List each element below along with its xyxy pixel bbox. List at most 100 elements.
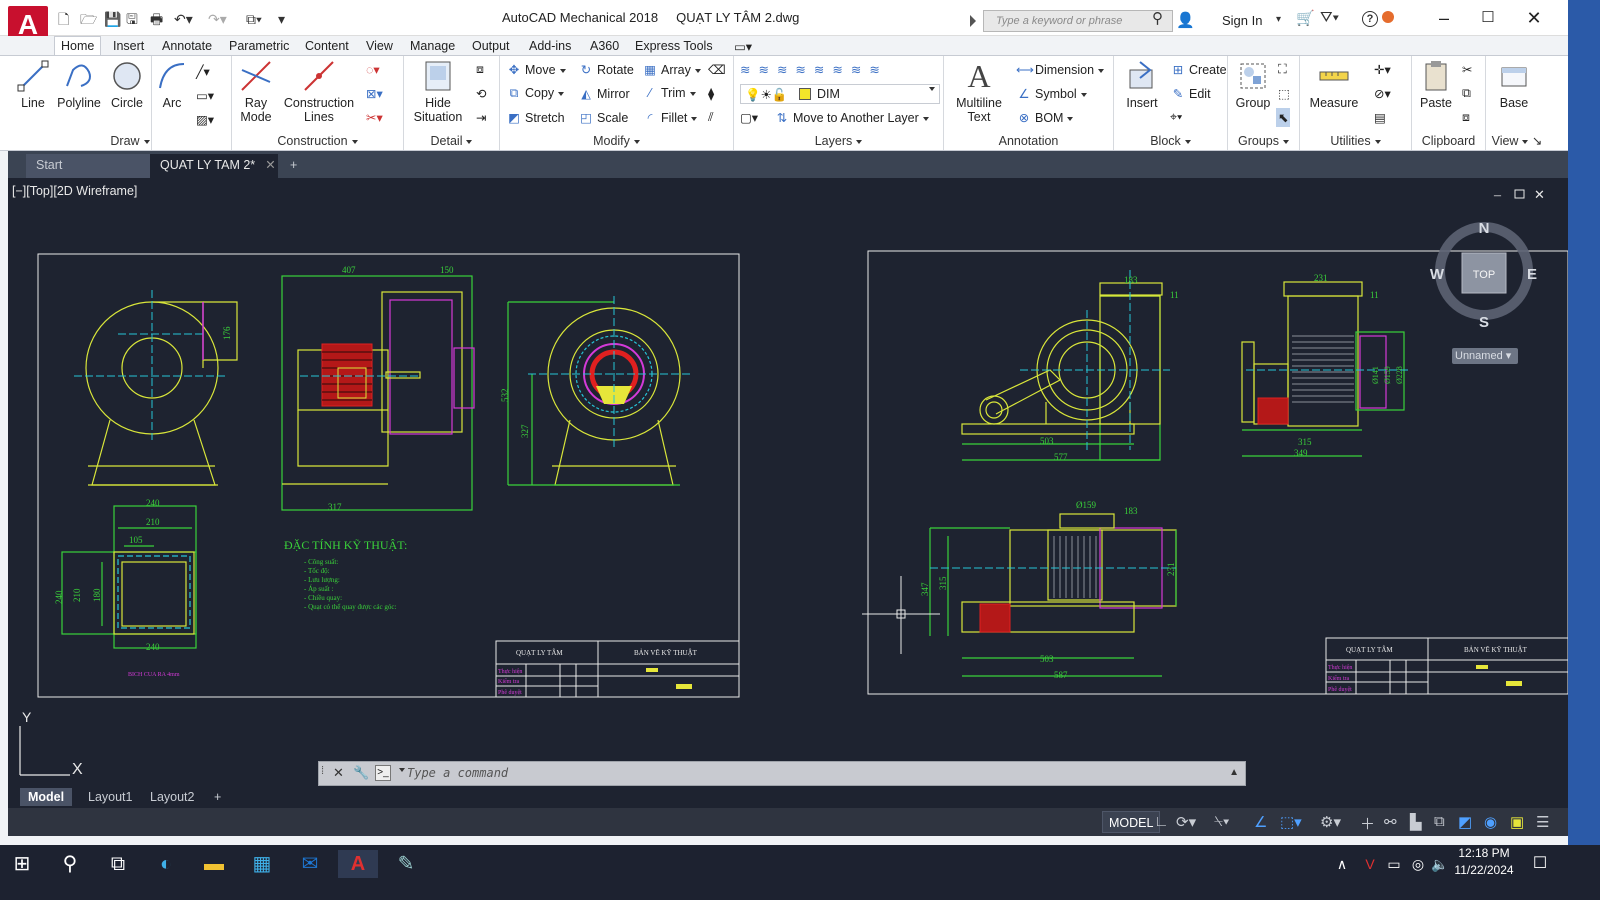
detail-tool-2-icon[interactable]: ⟲	[476, 86, 486, 101]
hide-situation-button[interactable]: Hide Situation	[410, 60, 466, 124]
cart-icon[interactable]: 🛒	[1296, 9, 1315, 27]
save-icon[interactable]: 💾	[104, 10, 121, 28]
block-panel-label[interactable]: Block	[1114, 134, 1227, 148]
taskbar-clock[interactable]: 12:18 PM 11/22/2024	[1448, 845, 1520, 879]
view-panel-label[interactable]: View ↘	[1486, 133, 1548, 148]
symbol-button[interactable]: ∠ Symbol	[1016, 86, 1087, 101]
command-prompt-icon[interactable]: >_	[375, 765, 391, 781]
new-icon[interactable]: 🗋	[58, 10, 69, 28]
command-close-icon[interactable]: ✕	[333, 765, 344, 781]
tab-start[interactable]: Start	[26, 154, 150, 178]
hardware-accel-icon[interactable]: ◩	[1458, 813, 1472, 831]
outlook-icon[interactable]: ✉	[290, 850, 330, 878]
exchange-icon[interactable]: ⛛▾	[1320, 9, 1339, 26]
paste-button[interactable]: Paste	[1416, 60, 1456, 110]
file-explorer-icon[interactable]: ▬	[194, 850, 234, 878]
notification-icon[interactable]	[1382, 11, 1394, 23]
detail-panel-label[interactable]: Detail	[404, 134, 499, 148]
customize-qat-icon[interactable]: ▾	[278, 10, 285, 28]
grid-icon[interactable]: ∟	[1154, 813, 1169, 830]
grip-icon[interactable]: ⁞	[321, 765, 324, 777]
maximize-button[interactable]: ☐	[1466, 5, 1510, 31]
trim-button[interactable]: ⁄ Trim	[642, 86, 696, 100]
workspace-icon[interactable]: ▙	[1410, 813, 1422, 831]
ungroup-icon[interactable]: ⛶	[1278, 62, 1287, 77]
erase-icon[interactable]: ⌫	[708, 62, 726, 77]
hatch-icon[interactable]: ▨▾	[196, 112, 214, 127]
detail-tool-3-icon[interactable]: ⇥	[476, 110, 486, 125]
viewcube[interactable]: TOP N S E W	[1428, 215, 1540, 327]
scale-button[interactable]: ◰ Scale	[578, 110, 628, 125]
ortho-icon[interactable]: ⍀▾	[1214, 813, 1229, 830]
tab-express-tools[interactable]: Express Tools	[629, 37, 719, 55]
block-attribute-icon[interactable]: ⌖▾	[1170, 110, 1182, 125]
point-style-icon[interactable]: ✛▾	[1374, 62, 1391, 77]
stretch-button[interactable]: ◩ Stretch	[506, 110, 565, 125]
customization-icon[interactable]: ▣	[1510, 813, 1524, 831]
isolate-icon[interactable]: ⧉	[1434, 813, 1445, 830]
open-icon[interactable]: 🗁	[80, 10, 97, 28]
network-icon[interactable]: ◎	[1406, 850, 1430, 878]
ucs-dropdown[interactable]: Unnamed ▾	[1452, 348, 1518, 364]
tab-layout2[interactable]: Layout2	[142, 788, 202, 806]
copy-clip-icon[interactable]: ⧉	[1462, 86, 1471, 101]
layer-tools-icon[interactable]: ≋≋≋≋≋≋≋≋	[740, 62, 888, 77]
osnap-icon[interactable]: ⬚▾	[1280, 813, 1302, 831]
tab-manage[interactable]: Manage	[404, 37, 461, 55]
line-button[interactable]: Line	[12, 60, 54, 110]
tab-parametric[interactable]: Parametric	[223, 37, 295, 55]
dimension-button[interactable]: ⟷Dimension	[1016, 62, 1105, 77]
layer-state-icon[interactable]: ▢▾	[740, 110, 758, 125]
polyline-button[interactable]: Polyline	[56, 60, 102, 110]
paint-icon[interactable]: ✎	[386, 850, 426, 878]
command-line[interactable]: ⁞ ✕ 🔧 >_ Type a command ▲	[318, 761, 1246, 786]
store-icon[interactable]: ▦	[242, 850, 282, 878]
tab-a360[interactable]: A360	[584, 37, 625, 55]
tab-output[interactable]: Output	[466, 37, 516, 55]
search-icon[interactable]: ⚲	[50, 850, 90, 878]
notifications-icon[interactable]: ☐	[1520, 850, 1560, 878]
sign-in-button[interactable]: Sign In	[1222, 13, 1262, 28]
construction-lines-button[interactable]: Construction Lines	[282, 60, 356, 124]
tab-annotate[interactable]: Annotate	[156, 37, 218, 55]
bom-button[interactable]: ⊗ BOM	[1016, 110, 1074, 125]
rotate-button[interactable]: ↻ Rotate	[578, 62, 634, 77]
plus-icon[interactable]: ＋	[1360, 813, 1375, 834]
share-icon[interactable]: ⧉▾	[246, 10, 262, 28]
groups-panel-label[interactable]: Groups	[1228, 134, 1299, 148]
offset-icon[interactable]: ⫽	[708, 110, 714, 125]
edge-icon[interactable]: ◐	[146, 850, 186, 878]
tab-view[interactable]: View	[360, 37, 399, 55]
tab-content[interactable]: Content	[299, 37, 355, 55]
new-tab-button[interactable]: +	[284, 154, 306, 178]
copy-button[interactable]: ⧉ Copy	[506, 86, 565, 101]
detail-tool-1-icon[interactable]: ⧈	[476, 62, 484, 77]
edit-block-button[interactable]: ✎ Edit	[1170, 86, 1211, 101]
multiline-text-button[interactable]: A Multiline Text	[948, 60, 1010, 124]
calculator-icon[interactable]: ▤	[1374, 110, 1386, 125]
print-icon[interactable]: 🖶	[150, 10, 163, 28]
clean-screen-icon[interactable]: ◉	[1484, 813, 1497, 831]
base-view-button[interactable]: Base	[1492, 60, 1536, 110]
utilities-panel-label[interactable]: Utilities	[1300, 134, 1411, 148]
redo-icon[interactable]: ↷▾	[208, 10, 227, 28]
tab-home[interactable]: Home	[54, 36, 102, 55]
windows-start-icon[interactable]: ⊞	[2, 850, 42, 878]
tray-app-icon[interactable]: V	[1358, 850, 1382, 878]
minimize-button[interactable]: –	[1422, 5, 1466, 31]
construction-delete-icon[interactable]: ✂▾	[366, 110, 383, 125]
task-view-icon[interactable]: ⧉	[98, 850, 138, 878]
measure-button[interactable]: Measure	[1304, 60, 1364, 110]
user-icon[interactable]: 👤	[1176, 11, 1195, 29]
mirror-button[interactable]: ◭ Mirror	[578, 86, 629, 101]
menu-icon[interactable]: ☰	[1536, 813, 1549, 831]
save-as-icon[interactable]: 🖫	[126, 10, 138, 28]
insert-block-button[interactable]: Insert	[1118, 60, 1166, 110]
cut-icon[interactable]: ✂	[1462, 62, 1472, 77]
group-edit-icon[interactable]: ⬚	[1278, 86, 1290, 101]
rectangle-icon[interactable]: ▭▾	[196, 88, 214, 103]
search-input[interactable]: Type a keyword or phrase	[970, 10, 1173, 32]
tab-model[interactable]: Model	[20, 788, 73, 806]
snap-icon[interactable]: ⟳▾	[1176, 813, 1196, 831]
layers-panel-label[interactable]: Layers	[734, 134, 943, 148]
